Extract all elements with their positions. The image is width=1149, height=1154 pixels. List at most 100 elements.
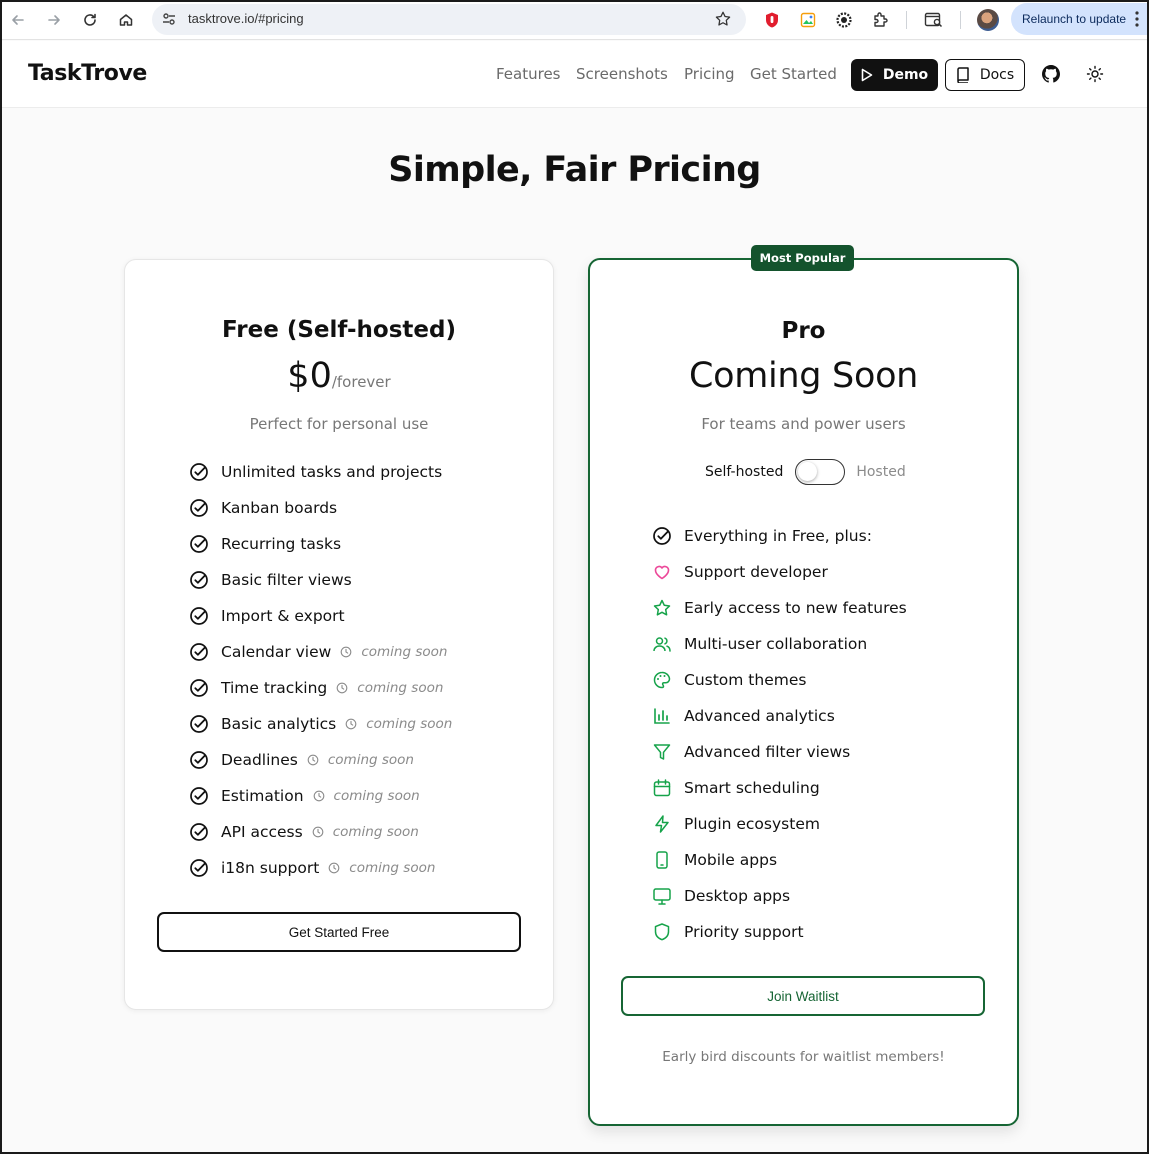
arrow-left-icon <box>12 15 24 25</box>
clock-icon <box>312 826 324 838</box>
check-circle-icon <box>189 606 209 626</box>
nav-link-features[interactable]: Features <box>496 65 561 83</box>
reload-icon <box>84 13 96 26</box>
home-icon <box>119 14 133 26</box>
calendar-icon <box>652 778 672 798</box>
feature-item: Mobile apps <box>652 849 777 871</box>
check-circle-icon <box>189 462 209 482</box>
docs-button-label: Docs <box>979 67 1015 83</box>
gear-extension-icon <box>836 12 852 28</box>
extension-shield-button[interactable] <box>761 9 783 31</box>
home-button[interactable] <box>114 8 138 32</box>
demo-button-label: Demo <box>882 67 929 83</box>
feature-item: Plugin ecosystem <box>652 813 820 835</box>
feature-item: Basic filter views <box>189 569 352 591</box>
feature-label: Deadlines <box>221 751 298 769</box>
feature-label: Multi-user collaboration <box>684 635 868 653</box>
toggle-label-hosted: Hosted <box>856 464 906 480</box>
clock-icon <box>313 790 324 802</box>
feature-label: Basic analytics <box>221 715 337 733</box>
check-circle-icon <box>189 822 209 842</box>
feature-label: API access <box>221 823 303 841</box>
most-popular-badge: Most Popular <box>751 245 854 271</box>
coming-soon-tag: coming soon <box>313 788 420 804</box>
extensions-button[interactable] <box>869 9 891 31</box>
feature-item: Unlimited tasks and projects <box>189 461 442 483</box>
coming-soon-tag: coming soon <box>340 644 447 660</box>
extension-image-button[interactable] <box>797 9 819 31</box>
check-circle-icon <box>189 786 209 806</box>
docs-button[interactable]: Docs <box>945 59 1025 91</box>
nav-link-get-started[interactable]: Get Started <box>750 65 837 83</box>
bar-chart-icon <box>652 706 672 726</box>
profile-avatar[interactable] <box>977 9 999 31</box>
join-waitlist-button[interactable]: Join Waitlist <box>621 976 985 1016</box>
reload-button[interactable] <box>78 8 102 32</box>
nav-link-screenshots[interactable]: Screenshots <box>576 65 668 83</box>
check-circle-icon <box>189 858 209 878</box>
tab-search-button[interactable] <box>923 9 945 31</box>
toggle-knob <box>798 462 818 481</box>
feature-item: Support developer <box>652 561 828 583</box>
feature-item: Deadlines coming soon <box>189 749 414 771</box>
theme-toggle-sun-icon[interactable] <box>1086 65 1104 83</box>
pro-plan-name: Pro <box>781 318 826 344</box>
feature-label: Estimation <box>221 787 304 805</box>
coming-soon-label: coming soon <box>332 824 419 840</box>
coming-soon-tag: coming soon <box>312 824 419 840</box>
feature-item: Kanban boards <box>189 497 337 519</box>
url-text[interactable]: tasktrove.io/#pricing <box>188 11 304 26</box>
feature-item: Calendar view coming soon <box>189 641 447 663</box>
feature-label: Support developer <box>684 563 828 581</box>
toggle-label-self-hosted: Self-hosted <box>705 464 784 480</box>
zap-icon <box>652 814 672 834</box>
forward-button[interactable] <box>42 8 66 32</box>
check-circle-icon <box>189 750 209 770</box>
pricing-headline: Simple, Fair Pricing <box>388 150 761 190</box>
feature-label: Import & export <box>221 607 345 625</box>
check-circle-icon <box>652 526 672 546</box>
smartphone-icon <box>652 850 672 870</box>
hosting-toggle-switch[interactable] <box>795 459 846 485</box>
nav-link-pricing[interactable]: Pricing <box>684 65 735 83</box>
red-shield-extension-icon <box>766 12 778 28</box>
pro-plan-status: Coming Soon <box>688 356 919 396</box>
feature-label: Mobile apps <box>684 851 778 869</box>
bookmark-star-icon <box>715 11 731 26</box>
feature-label: Recurring tasks <box>221 535 342 553</box>
check-circle-icon <box>189 642 209 662</box>
price-period: /forever <box>331 373 391 391</box>
feature-item: Everything in Free, plus: <box>652 525 872 547</box>
play-icon <box>861 68 873 82</box>
feature-label: Advanced filter views <box>684 743 851 761</box>
feature-item: Import & export <box>189 605 345 627</box>
clock-icon <box>340 646 352 658</box>
coming-soon-tag: coming soon <box>307 752 414 768</box>
book-icon <box>957 67 969 83</box>
free-plan-name: Free (Self-hosted) <box>222 317 456 343</box>
coming-soon-tag: coming soon <box>328 860 435 876</box>
feature-item: Desktop apps <box>652 885 790 907</box>
extension-gear-button[interactable] <box>833 9 855 31</box>
hosting-toggle-row: Self-hosted Hosted <box>705 459 906 485</box>
feature-label: Calendar view <box>221 643 332 661</box>
star-icon <box>652 598 672 618</box>
demo-button[interactable]: Demo <box>851 59 938 91</box>
relaunch-button[interactable]: Relaunch to update <box>1011 3 1149 35</box>
coming-soon-tag: coming soon <box>345 716 452 732</box>
get-started-free-button[interactable]: Get Started Free <box>157 912 521 952</box>
clock-icon <box>328 862 340 874</box>
github-icon[interactable] <box>1042 65 1060 83</box>
coming-soon-label: coming soon <box>333 788 420 804</box>
address-bar[interactable]: tasktrove.io/#pricing <box>152 4 746 35</box>
pro-plan-description: For teams and power users <box>701 415 906 433</box>
feature-item: Time tracking coming soon <box>189 677 443 699</box>
back-button[interactable] <box>6 8 30 32</box>
feature-label: Priority support <box>684 923 804 941</box>
brand-logo[interactable]: TaskTrove <box>28 61 147 86</box>
waitlist-footnote: Early bird discounts for waitlist member… <box>662 1049 945 1065</box>
kebab-menu-icon[interactable] <box>1134 10 1140 28</box>
site-header: TaskTrove Features Screenshots Pricing G… <box>2 41 1147 108</box>
feature-item: Early access to new features <box>652 597 907 619</box>
coming-soon-tag: coming soon <box>336 680 443 696</box>
